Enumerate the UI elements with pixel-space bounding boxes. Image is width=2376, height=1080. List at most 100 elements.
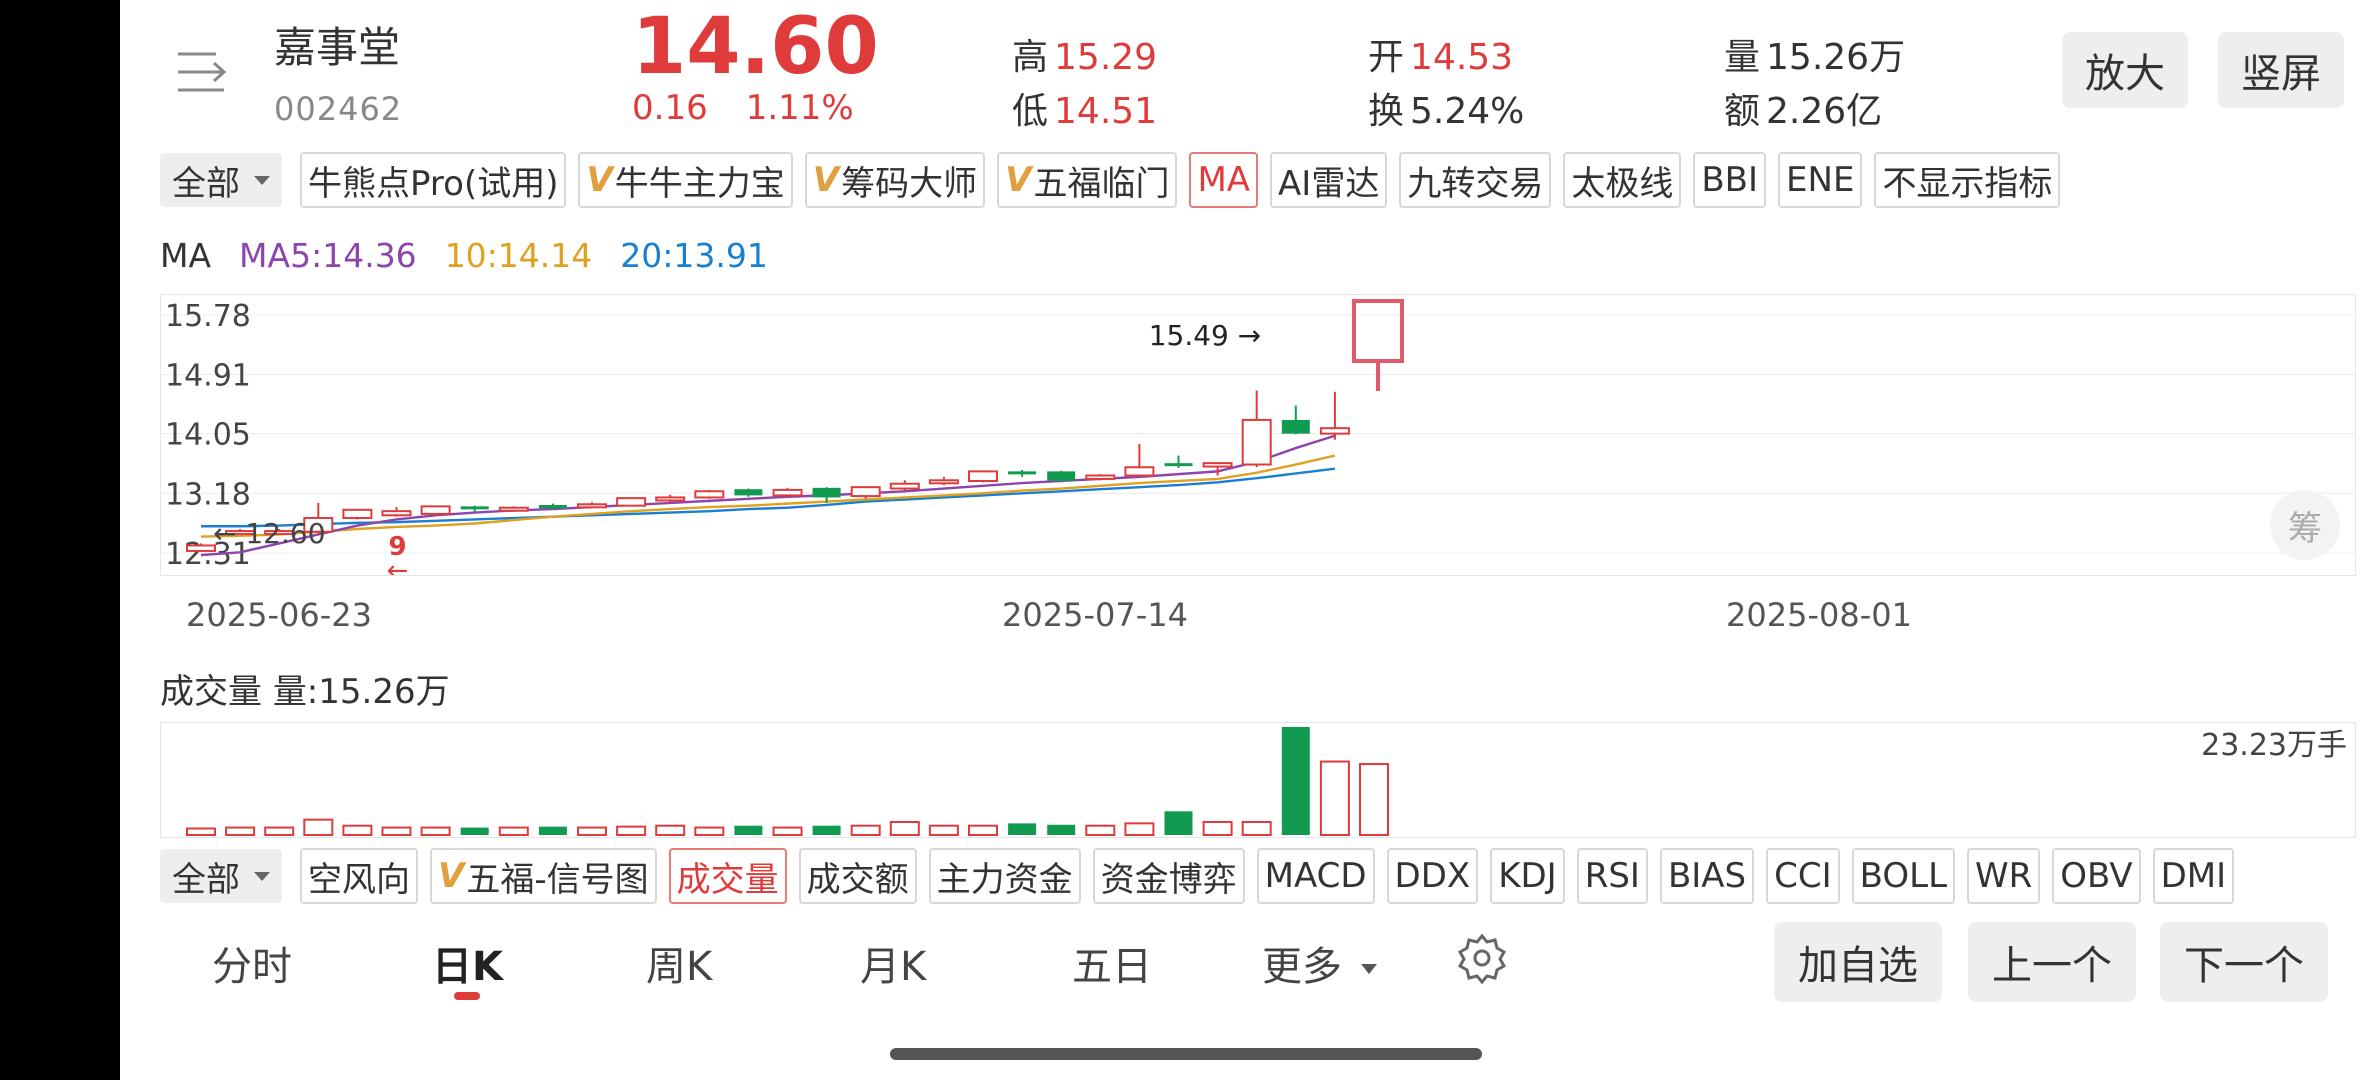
next-stock-button[interactable]: 下一个: [2160, 922, 2328, 1002]
main-indicator-row: 全部 牛熊点Pro(试用) V 牛牛主力宝 V 筹码大师 V 五福临门 MA AI雷达 九转交易太…: [160, 152, 2072, 208]
quote-high: 高 15.29: [1012, 37, 1158, 78]
tab-intraday[interactable]: 分时: [212, 934, 292, 992]
sub-indicator-tag[interactable]: DMI: [2152, 848, 2235, 904]
sub-indicator-tag-label: KDJ: [1498, 856, 1557, 896]
portrait-button[interactable]: 竖屏: [2218, 32, 2344, 108]
current-price: 14.60: [632, 2, 879, 92]
candle-body: [1047, 471, 1076, 481]
sub-indicator-tag[interactable]: 主力资金: [928, 848, 1081, 904]
main-indicator-tag[interactable]: 太极线: [1563, 152, 1682, 208]
main-indicator-tag[interactable]: MA: [1189, 152, 1259, 208]
price-change: 0.16 1.11%: [632, 88, 892, 128]
candle-body: [1319, 427, 1350, 435]
candle-body: [1085, 474, 1116, 480]
volume-bar: [968, 824, 998, 836]
candle-body: [1164, 463, 1193, 467]
sub-indicator-tag-label: CCI: [1774, 856, 1832, 896]
sub-indicator-tag[interactable]: 空风向: [300, 848, 418, 904]
sub-indicator-tag-label: 成交额: [806, 859, 909, 900]
candle-body: [460, 506, 489, 510]
previous-stock-button[interactable]: 上一个: [1968, 922, 2136, 1002]
menu-icon[interactable]: [176, 50, 228, 94]
vip-icon: V: [812, 160, 840, 200]
sub-indicator-tag[interactable]: DDX: [1386, 848, 1479, 904]
main-indicator-tag-label: 牛牛主力宝: [614, 163, 785, 204]
volume-bar: [694, 826, 725, 836]
tab-monthly-k[interactable]: 月K: [860, 934, 926, 992]
tab-weekly-k[interactable]: 周K: [646, 934, 712, 992]
volume-bar: [303, 818, 334, 836]
ma20-value: 20:13.91: [620, 236, 768, 275]
main-indicator-tag[interactable]: ENE: [1778, 152, 1863, 208]
main-indicator-tag-label: 五福临门: [1033, 163, 1170, 204]
tab-five-day[interactable]: 五日: [1072, 934, 1152, 992]
main-indicator-tag-label: 不显示指标: [1882, 163, 2053, 204]
volume-bar: [420, 826, 451, 836]
sub-indicator-tag-label: 五福-信号图: [466, 859, 649, 900]
main-indicator-dropdown[interactable]: 全部: [160, 153, 282, 207]
main-indicator-tag[interactable]: BBI: [1693, 152, 1767, 208]
sub-indicator-tag-label: 成交量: [676, 859, 779, 900]
volume-bar: [1241, 820, 1272, 837]
quote-turnover: 换 5.24%: [1368, 91, 1525, 132]
volume-bar: [1047, 824, 1076, 835]
volume-bar: [577, 826, 607, 836]
candle-body: [186, 544, 216, 552]
ma10-value: 10:14.14: [444, 236, 593, 275]
volume-bar: [186, 827, 216, 836]
tab-daily-k[interactable]: 日K: [432, 934, 503, 992]
zoom-button[interactable]: 放大: [2062, 32, 2188, 108]
main-indicator-tag-label: 九转交易: [1407, 163, 1544, 204]
volume-chart[interactable]: 23.23万手: [160, 722, 2356, 838]
date-label-2: 2025-07-14: [1002, 596, 1188, 634]
sub-indicator-tag[interactable]: BIAS: [1659, 848, 1755, 904]
active-tab-indicator: [454, 992, 480, 1000]
sub-indicator-tag[interactable]: RSI: [1576, 848, 1648, 904]
sub-indicator-tag[interactable]: MACD: [1256, 848, 1375, 904]
quote-volume: 量 15.26万: [1724, 37, 1906, 78]
sub-indicator-tag[interactable]: BOLL: [1851, 848, 1956, 904]
candle-body: [1124, 466, 1155, 477]
sub-indicator-tag[interactable]: 资金博弈: [1092, 848, 1245, 904]
volume-bar: [1319, 760, 1350, 836]
candle-body: [616, 497, 647, 507]
main-indicator-tag[interactable]: 牛熊点Pro(试用): [300, 152, 567, 208]
high-marker-label: 15.49 →: [1149, 319, 1262, 352]
sub-indicator-tag[interactable]: KDJ: [1490, 848, 1565, 904]
main-indicator-tag[interactable]: 不显示指标: [1874, 152, 2061, 208]
volume-bar: [264, 826, 295, 836]
volume-bar: [772, 826, 803, 836]
sub-indicator-tag[interactable]: V 五福-信号图: [430, 848, 657, 904]
sub-indicator-tag[interactable]: 成交额: [798, 848, 917, 904]
main-indicator-tag[interactable]: V 牛牛主力宝: [578, 152, 793, 208]
sub-indicator-tag-label: BIAS: [1667, 856, 1747, 896]
change-value: 0.16: [632, 88, 708, 128]
tab-more[interactable]: 更多: [1262, 934, 1377, 992]
volume-bar: [655, 824, 686, 836]
nine-arrow: ←: [387, 556, 409, 575]
sub-indicator-tag[interactable]: 成交量: [668, 848, 787, 904]
main-indicator-tag[interactable]: V 筹码大师: [804, 152, 986, 208]
sub-indicator-tag-label: BOLL: [1859, 856, 1948, 896]
volume-svg: 23.23万手: [186, 727, 2347, 837]
chip-distribution-button[interactable]: 筹: [2270, 490, 2340, 560]
settings-gear-icon[interactable]: [1456, 932, 1508, 985]
sub-indicator-tag[interactable]: OBV: [2052, 848, 2141, 904]
candle-body: [577, 503, 607, 509]
candle-body: [850, 486, 881, 498]
y-tick-label: 14.05: [165, 418, 251, 453]
add-to-watchlist-button[interactable]: 加自选: [1774, 922, 1942, 1002]
stock-name: 嘉事堂: [274, 23, 401, 72]
candle-body: [928, 479, 959, 485]
volume-current: 量:15.26万: [272, 672, 450, 712]
ma5-value: MA5:14.36: [239, 236, 417, 275]
sub-indicator-dropdown[interactable]: 全部: [160, 849, 282, 903]
kline-chart[interactable]: 15.78 14.91 14.05 13.18 12.31 15.49 → ← 12.60 9…: [160, 294, 2356, 586]
ma5-line: [200, 434, 1336, 557]
main-indicator-tag[interactable]: V 五福临门: [997, 152, 1178, 208]
sub-indicator-tag[interactable]: CCI: [1766, 848, 1840, 904]
candle-body: [734, 489, 763, 496]
sub-indicator-tag[interactable]: WR: [1967, 848, 2041, 904]
main-indicator-tag[interactable]: 九转交易: [1399, 152, 1552, 208]
main-indicator-tag[interactable]: AI雷达: [1270, 152, 1388, 208]
